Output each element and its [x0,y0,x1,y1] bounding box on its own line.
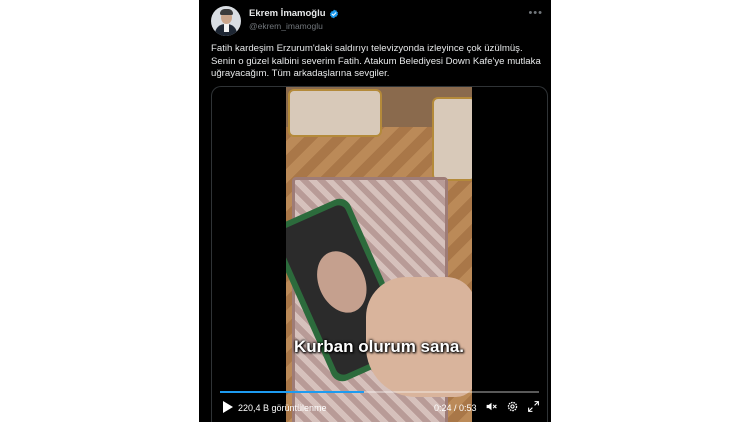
author-handle[interactable]: @ekrem_imamoglu [249,21,323,31]
video-player[interactable]: Kurban olurum sana. 220,4 B görüntülenme… [211,86,548,422]
play-icon[interactable] [222,400,234,414]
author-name[interactable]: Ekrem İmamoğlu [249,8,326,19]
volume-icon[interactable] [485,400,498,413]
avatar[interactable] [211,6,241,36]
view-count: 220,4 B görüntülenme [238,403,327,413]
tweet-card: Ekrem İmamoğlu @ekrem_imamoglu ••• Fatih… [199,0,551,422]
author-row: Ekrem İmamoğlu [249,8,339,19]
settings-icon[interactable] [506,400,519,413]
video-subtitle: Kurban olurum sana. [293,337,465,356]
video-frame[interactable]: Kurban olurum sana. [286,87,472,422]
fullscreen-icon[interactable] [527,400,540,413]
video-progress-fill [220,391,365,393]
video-time: 0:24 / 0:53 [434,403,477,413]
video-progress-bar[interactable] [220,391,539,393]
verified-badge-icon [329,9,338,18]
video-controls: 220,4 B görüntülenme 0:24 / 0:53 [212,397,547,421]
tweet-text: Fatih kardeşim Erzurum'daki saldırıyı te… [211,43,541,79]
more-icon[interactable]: ••• [528,7,543,19]
